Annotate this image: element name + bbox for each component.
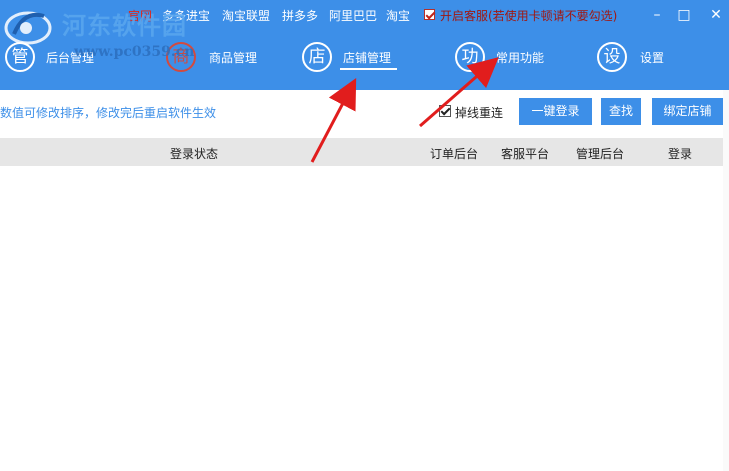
top-link-taobao-union[interactable]: 淘宝联盟 <box>222 7 270 24</box>
column-admin-backend[interactable]: 管理后台 <box>576 145 624 162</box>
column-order-backend[interactable]: 订单后台 <box>430 145 478 162</box>
nav-functions-icon[interactable]: 功 <box>455 42 485 72</box>
reconnect-label: 掉线重连 <box>455 106 504 120</box>
app-window: 官网 多多进宝 淘宝联盟 拼多多 阿里巴巴 淘宝 开启客服(若使用卡顿请不要勾选… <box>0 0 729 471</box>
watermark-logo-icon <box>4 11 52 45</box>
column-login-status[interactable]: 登录状态 <box>170 145 218 162</box>
nav-item-store[interactable]: 店铺管理 <box>343 49 391 66</box>
nav-store-icon[interactable]: 店 <box>302 42 332 72</box>
minimize-button[interactable]: – <box>646 5 668 25</box>
nav-item-functions[interactable]: 常用功能 <box>496 49 544 66</box>
column-service-platform[interactable]: 客服平台 <box>501 145 549 162</box>
nav-item-products[interactable]: 商品管理 <box>209 49 257 66</box>
kefu-label: 开启客服(若使用卡顿请不要勾选) <box>440 9 618 23</box>
search-button[interactable]: 查找 <box>601 98 641 125</box>
kefu-checkbox[interactable] <box>424 9 435 20</box>
nav-item-settings[interactable]: 设置 <box>640 49 664 66</box>
reconnect-checkbox[interactable] <box>439 105 451 117</box>
sort-hint-text: 数值可修改排序，修改完后重启软件生效 <box>0 106 217 120</box>
nav-backend-icon[interactable]: 管 <box>5 42 35 72</box>
header-bar: 官网 多多进宝 淘宝联盟 拼多多 阿里巴巴 淘宝 开启客服(若使用卡顿请不要勾选… <box>0 0 729 90</box>
table-body <box>0 166 723 471</box>
maximize-button[interactable]: □ <box>673 5 695 25</box>
top-link-alibaba[interactable]: 阿里巴巴 <box>329 7 377 24</box>
watermark-url: www.pc0359.cn <box>74 44 195 60</box>
watermark-title: 河东软件园 <box>62 11 187 40</box>
bind-store-button[interactable]: 绑定店铺 <box>652 98 723 125</box>
nav-settings-icon[interactable]: 设 <box>597 42 627 72</box>
top-link-taobao[interactable]: 淘宝 <box>386 7 410 24</box>
table-header: 登录状态 订单后台 客服平台 管理后台 登录 <box>0 138 723 166</box>
top-link-pinduoduo[interactable]: 拼多多 <box>282 7 318 24</box>
nav-active-indicator <box>340 68 397 70</box>
one-click-login-button[interactable]: 一键登录 <box>519 98 592 125</box>
column-login[interactable]: 登录 <box>668 145 692 162</box>
close-button[interactable]: ✕ <box>705 5 727 25</box>
right-edge <box>723 90 729 471</box>
